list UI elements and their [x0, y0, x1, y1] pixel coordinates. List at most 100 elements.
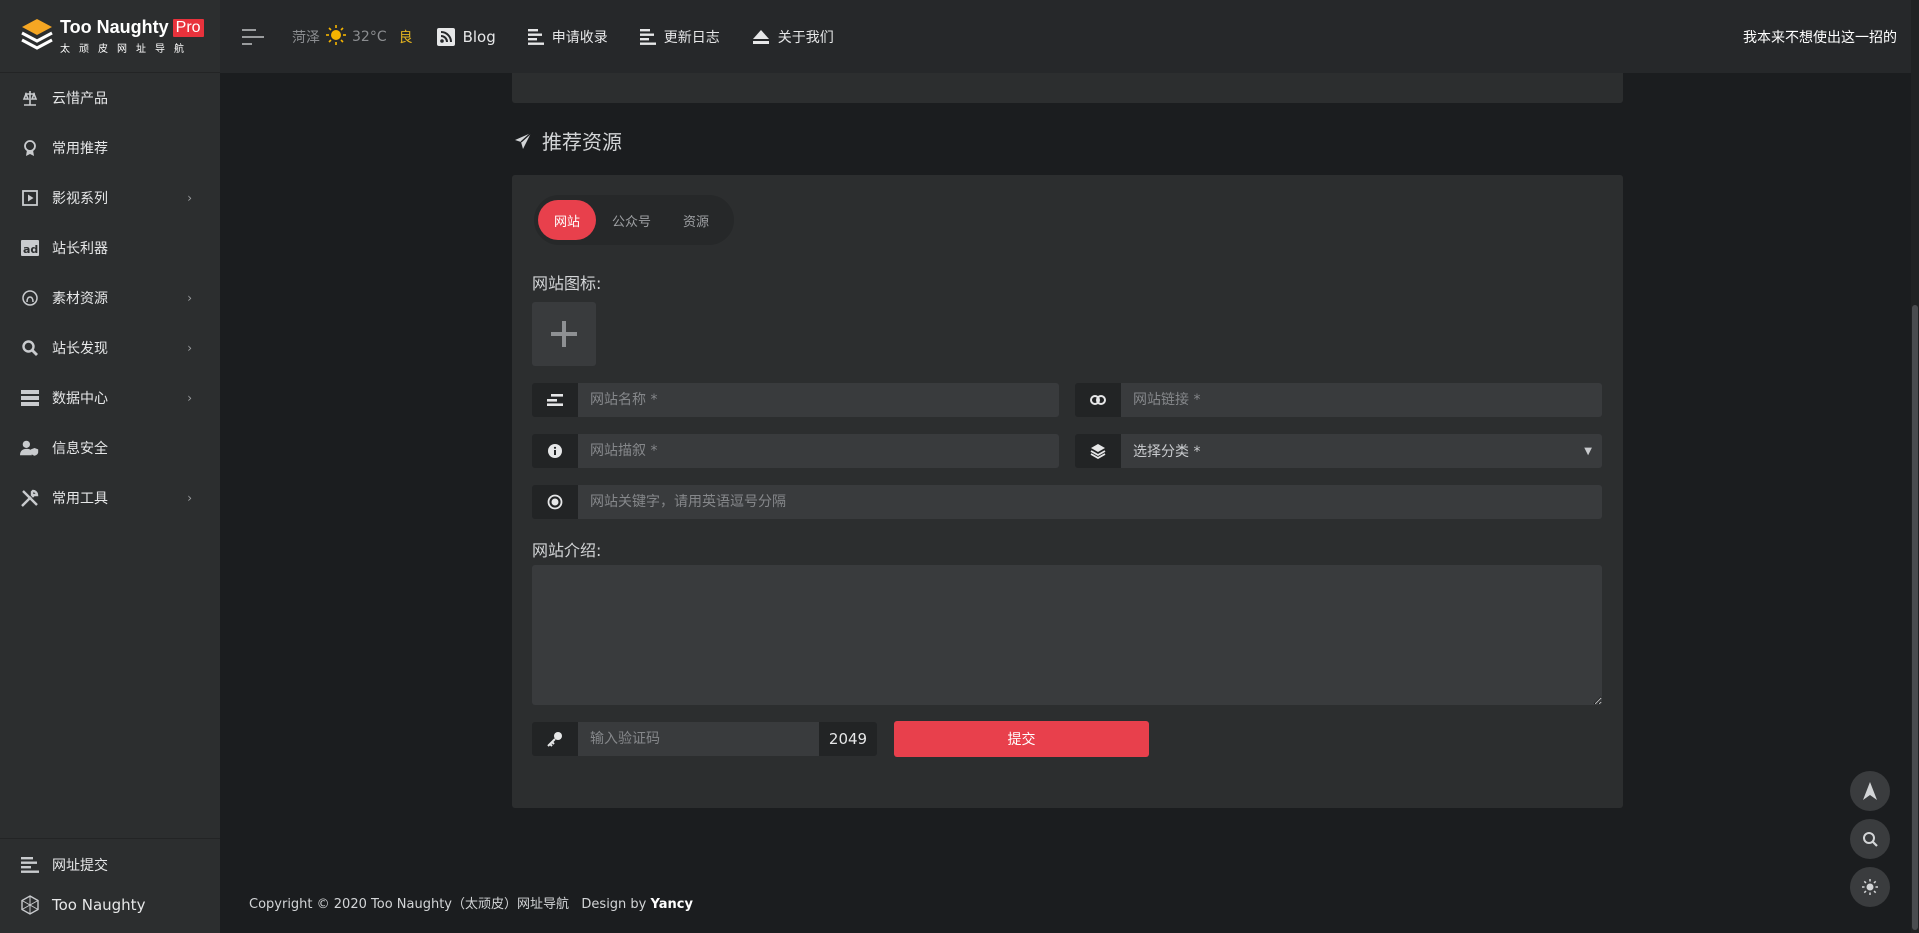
- chevron-right-icon: ›: [187, 291, 192, 305]
- ad-icon: ad: [20, 238, 40, 258]
- sidebar-item-security[interactable]: 信息安全: [0, 423, 220, 473]
- tab-website[interactable]: 网站: [538, 200, 597, 240]
- keywords-input[interactable]: [578, 485, 1602, 519]
- eject-icon: [752, 29, 770, 45]
- sidebar-item-recommend[interactable]: 常用推荐: [0, 123, 220, 173]
- nav-about[interactable]: 关于我们: [752, 27, 834, 47]
- footer: Copyright © 2020 Too Naughty（太顽皮）网址导航 De…: [249, 893, 693, 912]
- site-desc-group: [532, 434, 1059, 468]
- brand-name: Too Naughty: [60, 17, 169, 37]
- sidebar-item-label: 站长利器: [52, 241, 108, 257]
- sidebar-item-label: 数据中心: [52, 391, 108, 407]
- chevron-right-icon: ›: [187, 341, 192, 355]
- weather-city: 菏泽: [292, 29, 320, 46]
- tab-official-account[interactable]: 公众号: [596, 200, 667, 240]
- nav-apply[interactable]: 申请收录: [527, 27, 608, 47]
- scale-icon: [20, 88, 40, 108]
- layers-icon: [1075, 434, 1121, 468]
- sidebar-item-label: 站长发现: [52, 341, 108, 357]
- sidebar-item-materials[interactable]: 素材资源 ›: [0, 273, 220, 323]
- user-shield-icon: [20, 438, 40, 458]
- section-title: 推荐资源: [514, 126, 622, 155]
- header-motto: 我本来不想使出这一招的: [1743, 29, 1897, 46]
- sidebar: Too Naughty Pro 太顽皮网址导航 云惜产品 常用推荐 影视系列 ›: [0, 0, 220, 933]
- nav-label: 申请收录: [551, 29, 608, 46]
- captcha-code[interactable]: 2049: [819, 722, 877, 756]
- page-scrollbar[interactable]: [1911, 0, 1919, 933]
- sidebar-item-yunxi[interactable]: 云惜产品: [0, 73, 220, 123]
- search-icon: [1863, 832, 1878, 847]
- site-intro-label: 网站介绍:: [532, 541, 602, 560]
- sidebar-menu: 云惜产品 常用推荐 影视系列 › ad 站长利器 素材资源 › 站长发现 › 数…: [0, 73, 220, 523]
- sidebar-item-video[interactable]: 影视系列 ›: [0, 173, 220, 223]
- play-icon: [20, 188, 40, 208]
- paper-plane-icon: [514, 131, 532, 150]
- nav-label: Blog: [462, 27, 496, 46]
- nav-label: 关于我们: [777, 29, 834, 46]
- site-intro-textarea[interactable]: [532, 565, 1602, 705]
- back-to-top-button[interactable]: [1850, 771, 1890, 811]
- category-group: 选择分类 * ▼: [1075, 434, 1602, 468]
- site-desc-input[interactable]: [578, 434, 1059, 468]
- search-icon: [20, 338, 40, 358]
- tools-icon: [20, 488, 40, 508]
- brand-badge: Pro: [172, 18, 204, 37]
- air-quality: 良: [398, 29, 413, 46]
- footer-design-prefix: Design by: [581, 897, 647, 912]
- footer-designer[interactable]: Yancy: [651, 897, 693, 912]
- sun-icon: [326, 24, 346, 49]
- previous-section-card: [512, 73, 1623, 103]
- nav-label: 更新日志: [663, 29, 720, 46]
- category-select[interactable]: 选择分类 * ▼: [1121, 434, 1602, 468]
- server-icon: [20, 388, 40, 408]
- dot-circle-icon: [532, 485, 578, 519]
- brand-subtitle: 太顽皮网址导航: [60, 44, 193, 55]
- nav-changelog[interactable]: 更新日志: [639, 27, 720, 47]
- weather-widget[interactable]: 菏泽 32°C 良: [292, 24, 413, 49]
- sidebar-item-label: 信息安全: [52, 441, 108, 457]
- submit-form-card: 网站 公众号 资源 网站图标: 网站名称 * 网站链接 * 网站描叙 * 选择分…: [512, 175, 1623, 808]
- sidebar-item-label: 云惜产品: [52, 91, 108, 107]
- site-icon-label: 网站图标:: [532, 274, 602, 293]
- sidebar-item-submit-site[interactable]: 网址提交: [0, 845, 220, 885]
- main-content: 推荐资源 网站 公众号 资源 网站图标: 网站名称 * 网站链接 * 网站描叙 …: [220, 73, 1919, 933]
- sidebar-item-discover[interactable]: 站长发现 ›: [0, 323, 220, 373]
- sidebar-item-webmaster-tools[interactable]: ad 站长利器: [0, 223, 220, 273]
- chevron-right-icon: ›: [187, 191, 192, 205]
- key-icon: [532, 722, 578, 756]
- nav-blog[interactable]: Blog: [436, 27, 496, 46]
- top-nav: Blog 申请收录 更新日志 关于我们: [436, 27, 866, 47]
- theme-toggle-button[interactable]: [1850, 867, 1890, 907]
- site-name-input[interactable]: [578, 383, 1059, 417]
- site-link-input[interactable]: [1121, 383, 1602, 417]
- captcha-group: 2049: [532, 722, 877, 756]
- logo[interactable]: Too Naughty Pro 太顽皮网址导航: [0, 0, 220, 73]
- sidebar-item-too-naughty[interactable]: Too Naughty: [0, 885, 220, 925]
- submit-button[interactable]: 提交: [894, 721, 1149, 757]
- chevron-right-icon: ›: [187, 491, 192, 505]
- sidebar-item-tools[interactable]: 常用工具 ›: [0, 473, 220, 523]
- sidebar-toggle-icon[interactable]: [242, 24, 264, 50]
- captcha-input[interactable]: [578, 722, 819, 756]
- chevron-right-icon: ›: [187, 391, 192, 405]
- sun-icon: [1862, 879, 1878, 895]
- tab-resource[interactable]: 资源: [667, 200, 725, 240]
- sidebar-bottom: 网址提交 Too Naughty: [0, 838, 220, 933]
- footer-copyright: Copyright © 2020 Too Naughty（太顽皮）网址导航: [249, 897, 569, 912]
- svg-text:ad: ad: [23, 243, 38, 256]
- weather-temp: 32°C: [352, 28, 387, 45]
- icon-upload-button[interactable]: [532, 302, 596, 366]
- plus-icon: [551, 321, 577, 347]
- rss-icon: [436, 27, 455, 46]
- top-header: 菏泽 32°C 良 Blog 申请收录 更新日志 关于我们 我本来不想使出这一招…: [220, 0, 1919, 73]
- caret-down-icon: ▼: [1584, 445, 1592, 457]
- link-icon: [1075, 383, 1121, 417]
- search-float-button[interactable]: [1850, 819, 1890, 859]
- scrollbar-thumb[interactable]: [1912, 305, 1918, 930]
- align-left-icon: [639, 28, 656, 45]
- fingerprint-icon: [20, 288, 40, 308]
- sphere-icon: [20, 895, 40, 915]
- sidebar-item-data-center[interactable]: 数据中心 ›: [0, 373, 220, 423]
- sidebar-item-label: 影视系列: [52, 191, 108, 207]
- info-icon: [532, 434, 578, 468]
